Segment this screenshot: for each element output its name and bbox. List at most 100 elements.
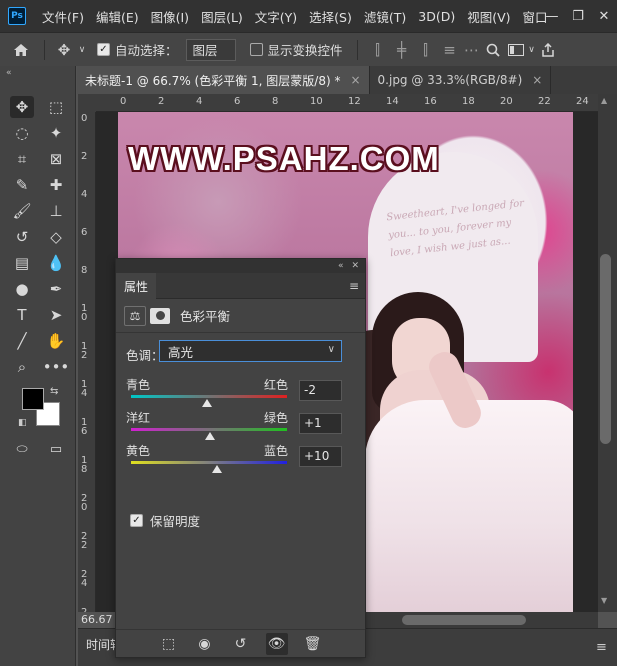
view-previous-state-icon[interactable]: ◉ — [194, 633, 216, 655]
ps-logo-icon: Ps — [8, 7, 26, 25]
slider-track[interactable] — [131, 428, 287, 431]
dodge-tool-icon[interactable]: ● — [10, 278, 34, 300]
share-icon[interactable] — [536, 42, 560, 57]
more-options-icon[interactable]: ⋯ — [462, 41, 482, 59]
lasso-tool-icon[interactable]: ◌ — [10, 122, 34, 144]
horizontal-scrollbar[interactable] — [366, 612, 598, 628]
close-icon[interactable]: ✕ — [591, 0, 617, 32]
slider-thumb[interactable] — [204, 432, 215, 440]
eyedropper-tool-icon[interactable]: ✎ — [10, 174, 34, 196]
move-tool-icon[interactable]: ✥ — [10, 96, 34, 118]
foreground-color-swatch[interactable] — [22, 388, 44, 410]
menu-view[interactable]: 视图(V) — [461, 7, 516, 26]
tab-label: 未标题-1 @ 66.7% (色彩平衡 1, 图层蒙版/8) * — [85, 73, 341, 88]
line-tool-icon[interactable]: ╱ — [10, 330, 34, 352]
move-icon[interactable]: ✥ — [53, 41, 75, 59]
auto-select-checkbox[interactable]: ✓ — [97, 43, 110, 56]
trash-icon[interactable]: 🗑 — [302, 633, 324, 655]
align-left-icon[interactable]: ⫿ — [366, 41, 390, 59]
crop-tool-icon[interactable]: ⌗ — [10, 148, 34, 170]
collapse-icon[interactable]: « — [338, 261, 344, 271]
ruler-corner[interactable] — [78, 94, 96, 112]
minimize-icon[interactable]: — — [539, 0, 565, 32]
brush-tool-icon[interactable]: 🖌 — [10, 200, 34, 222]
stamp-tool-icon[interactable]: ⊥ — [44, 200, 68, 222]
layer-mask-icon[interactable] — [150, 307, 170, 324]
reset-icon[interactable]: ↺ — [230, 633, 252, 655]
preserve-luminosity-checkbox[interactable]: ✓ — [130, 514, 143, 527]
healing-tool-icon[interactable]: ✚ — [44, 174, 68, 196]
align-right-icon[interactable]: ⫿ — [414, 41, 438, 59]
panel-menu-icon[interactable]: ≡ — [596, 640, 607, 655]
restore-icon[interactable]: ❐ — [565, 0, 591, 32]
eraser-tool-icon[interactable]: ◇ — [44, 226, 68, 248]
pen-tool-icon[interactable]: ✒ — [44, 278, 68, 300]
balance-scale-icon[interactable]: ⚖ — [124, 305, 146, 326]
slider-value-input[interactable]: -2 — [299, 380, 342, 401]
magic-wand-tool-icon[interactable]: ✦ — [44, 122, 68, 144]
panel-menu-icon[interactable]: ≡ — [349, 279, 359, 293]
screen-mode-icon[interactable]: ▭ — [44, 438, 68, 460]
chevron-down-icon[interactable]: ∨ — [75, 45, 89, 55]
slider-left-label: 黄色 — [126, 444, 151, 458]
close-tab-icon[interactable]: × — [350, 73, 360, 87]
scroll-down-icon[interactable]: ▼ — [601, 596, 607, 605]
tab-untitled-1[interactable]: 未标题-1 @ 66.7% (色彩平衡 1, 图层蒙版/8) * × — [77, 66, 370, 94]
ruler-tick-label: 1 8 — [81, 455, 88, 475]
menu-type[interactable]: 文字(Y) — [249, 7, 303, 26]
menu-select[interactable]: 选择(S) — [303, 7, 358, 26]
vertical-scrollbar[interactable]: ▲ ▼ — [598, 94, 617, 612]
clip-to-layer-icon[interactable]: ⬚ — [158, 633, 180, 655]
slider-track[interactable] — [131, 461, 287, 464]
slider-value-input[interactable]: +1 — [299, 413, 342, 434]
tab-properties[interactable]: 属性 — [116, 272, 157, 299]
default-colors-icon[interactable]: ◧ — [18, 418, 27, 428]
scroll-up-icon[interactable]: ▲ — [601, 96, 607, 105]
horizontal-ruler[interactable]: 0 2 4 6 8 10 12 14 16 18 20 22 24 — [96, 94, 598, 112]
type-tool-icon[interactable]: T — [10, 304, 34, 326]
horizontal-scroll-thumb[interactable] — [402, 615, 526, 625]
workspace-icon[interactable] — [504, 43, 528, 56]
close-icon[interactable]: ✕ — [351, 261, 359, 271]
collapse-icon[interactable]: « — [6, 68, 12, 78]
marquee-tool-icon[interactable]: ⬚ — [44, 96, 68, 118]
auto-select-label: 自动选择： — [115, 43, 178, 58]
show-transform-checkbox[interactable] — [249, 43, 263, 56]
menu-3d[interactable]: 3D(D) — [412, 9, 461, 24]
more-tools-icon[interactable]: ••• — [43, 356, 70, 378]
blur-tool-icon[interactable]: 💧 — [44, 252, 68, 274]
home-icon[interactable] — [6, 43, 36, 57]
vertical-scroll-thumb[interactable] — [600, 254, 611, 444]
preserve-luminosity-label: 保留明度 — [150, 514, 201, 529]
path-select-tool-icon[interactable]: ➤ — [44, 304, 68, 326]
distribute-icon[interactable]: ≡ — [438, 41, 462, 59]
zoom-level[interactable]: 66.67 — [78, 612, 118, 628]
gradient-tool-icon[interactable]: ▤ — [10, 252, 34, 274]
hand-tool-icon[interactable]: ✋ — [44, 330, 68, 352]
tab-0-jpg[interactable]: 0.jpg @ 33.3%(RGB/8#) × — [370, 66, 552, 94]
menu-file[interactable]: 文件(F) — [36, 7, 90, 26]
close-tab-icon[interactable]: × — [532, 73, 542, 87]
menu-filter[interactable]: 滤镜(T) — [358, 7, 412, 26]
swap-colors-icon[interactable]: ⇆ — [50, 386, 58, 397]
frame-tool-icon[interactable]: ⊠ — [44, 148, 68, 170]
align-center-icon[interactable]: ╪ — [390, 41, 414, 59]
auto-select-dropdown[interactable]: 图层 — [185, 38, 236, 61]
vertical-ruler[interactable]: 024681 01 21 41 61 82 02 22 42 6 — [78, 112, 96, 612]
menu-layer[interactable]: 图层(L) — [195, 7, 249, 26]
zoom-tool-icon[interactable]: ⌕ — [10, 356, 34, 378]
slider-track[interactable] — [131, 395, 287, 398]
preserve-luminosity[interactable]: ✓ 保留明度 — [130, 511, 200, 530]
ruler-tick-label: 14 — [386, 96, 399, 107]
tone-dropdown[interactable]: 高光 ∨ — [159, 340, 342, 362]
menu-edit[interactable]: 编辑(E) — [90, 7, 145, 26]
search-icon[interactable] — [482, 43, 504, 57]
history-brush-tool-icon[interactable]: ↺ — [10, 226, 34, 248]
menu-image[interactable]: 图像(I) — [145, 7, 195, 26]
chevron-down-icon[interactable]: ∨ — [528, 45, 536, 55]
quick-mask-icon[interactable]: ⬭ — [10, 438, 34, 460]
visibility-eye-icon[interactable]: 👁 — [265, 632, 288, 655]
slider-value-input[interactable]: +10 — [299, 446, 342, 467]
slider-thumb[interactable] — [202, 399, 213, 407]
slider-thumb[interactable] — [211, 465, 222, 473]
